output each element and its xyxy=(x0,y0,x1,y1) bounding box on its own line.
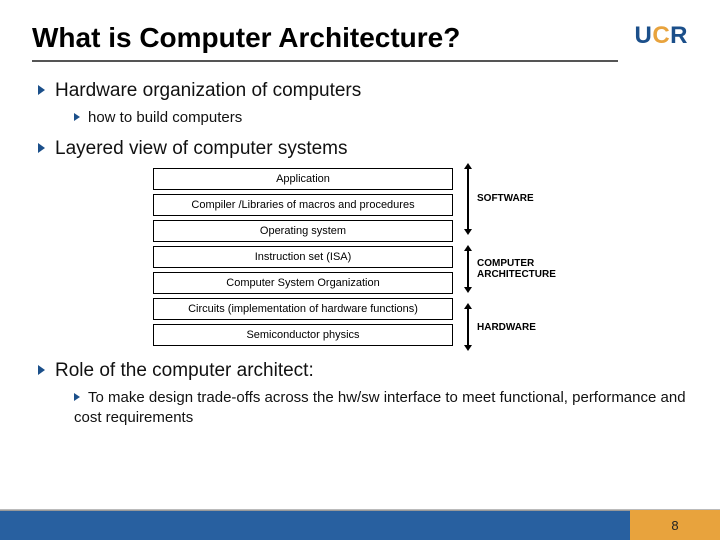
layer-isa: Instruction set (ISA) xyxy=(153,246,453,268)
bullet-list: Hardware organization of computers how t… xyxy=(38,80,688,160)
label-text: HARDWARE xyxy=(477,322,536,333)
layer-labels: SOFTWARE COMPUTER ARCHITECTURE HARDWARE xyxy=(463,168,567,347)
bullet-layered-view: Layered view of computer systems xyxy=(38,138,688,160)
layer-circuits: Circuits (implementation of hardware fun… xyxy=(153,298,453,320)
bullet-text: Hardware organization of computers xyxy=(55,80,361,101)
slide: What is Computer Architecture? UCR Hardw… xyxy=(0,0,720,540)
label-architecture: COMPUTER ARCHITECTURE xyxy=(463,250,567,288)
label-hardware: HARDWARE xyxy=(463,308,567,346)
bullet-text: how to build computers xyxy=(88,109,242,126)
slide-title: What is Computer Architecture? xyxy=(32,22,618,62)
double-arrow-icon xyxy=(467,250,469,288)
header: What is Computer Architecture? UCR xyxy=(32,22,688,66)
bullet-list-2: Role of the computer architect: To make … xyxy=(38,360,688,427)
chevron-right-icon xyxy=(74,113,80,121)
label-text: COMPUTER ARCHITECTURE xyxy=(477,258,567,280)
layer-application: Application xyxy=(153,168,453,190)
label-text: SOFTWARE xyxy=(477,193,534,204)
layer-compiler: Compiler /Libraries of macros and proced… xyxy=(153,194,453,216)
bullet-role-architect: Role of the computer architect: To make … xyxy=(38,360,688,427)
layer-diagram: Application Compiler /Libraries of macro… xyxy=(32,168,688,347)
bullet-hardware-org: Hardware organization of computers how t… xyxy=(38,80,688,128)
chevron-right-icon xyxy=(38,143,45,153)
logo-letter-c: C xyxy=(652,22,670,50)
page-number: 8 xyxy=(630,510,720,540)
double-arrow-icon xyxy=(467,168,469,230)
layer-semiconductor: Semiconductor physics xyxy=(153,324,453,346)
double-arrow-icon xyxy=(467,308,469,346)
layer-stack: Application Compiler /Libraries of macro… xyxy=(153,168,453,347)
logo-letter-r: R xyxy=(670,22,688,50)
chevron-right-icon xyxy=(74,393,80,401)
logo-letter-u: U xyxy=(634,22,652,50)
layer-os: Operating system xyxy=(153,220,453,242)
subbullet-tradeoffs: To make design trade-offs across the hw/… xyxy=(74,388,688,427)
bullet-text: To make design trade-offs across the hw/… xyxy=(74,389,686,426)
footer-bar: 8 xyxy=(0,510,720,540)
footer-blue-band xyxy=(0,510,630,540)
layer-organization: Computer System Organization xyxy=(153,272,453,294)
chevron-right-icon xyxy=(38,365,45,375)
chevron-right-icon xyxy=(38,85,45,95)
bullet-text: Role of the computer architect: xyxy=(55,360,314,381)
bullet-text: Layered view of computer systems xyxy=(55,138,348,159)
subbullet-how-build: how to build computers xyxy=(74,108,688,128)
label-software: SOFTWARE xyxy=(463,168,567,230)
ucr-logo: UCR xyxy=(634,22,688,50)
